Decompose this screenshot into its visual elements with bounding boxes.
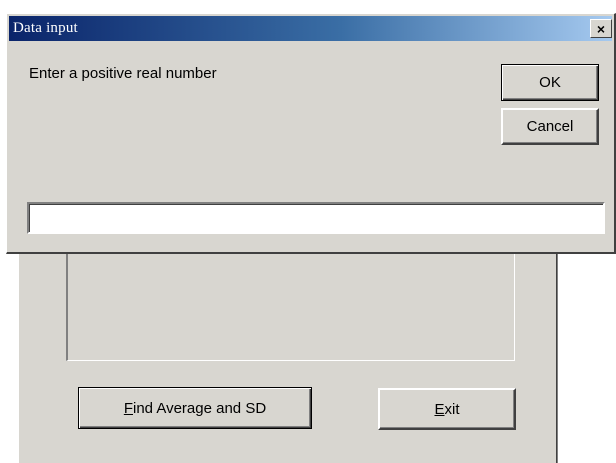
find-average-and-sd-button[interactable]: Find Average and SD [78,387,312,429]
data-input-dialog: Data input × Enter a positive real numbe… [6,13,616,254]
prompt-label: Enter a positive real number [29,65,217,82]
exit-button-label: xit [444,400,460,418]
dialog-titlebar[interactable]: Data input × [9,16,612,41]
dialog-title: Data input [13,20,78,36]
exit-button[interactable]: Exit [378,388,516,430]
number-input[interactable] [27,202,605,234]
screen: Find Average and SD Exit Data input × En… [0,0,616,463]
results-frame [66,252,515,361]
ok-button-label: OK [539,74,561,91]
cancel-button-label: Cancel [526,118,574,135]
main-form-window: Find Average and SD Exit [18,230,558,463]
find-button-label: ind Average and SD [133,399,267,417]
find-button-accel: F [123,399,133,417]
close-button[interactable]: × [590,19,612,38]
exit-button-accel: E [434,400,445,418]
ok-button[interactable]: OK [501,64,599,101]
close-icon: × [596,20,606,37]
cancel-button[interactable]: Cancel [501,108,599,145]
